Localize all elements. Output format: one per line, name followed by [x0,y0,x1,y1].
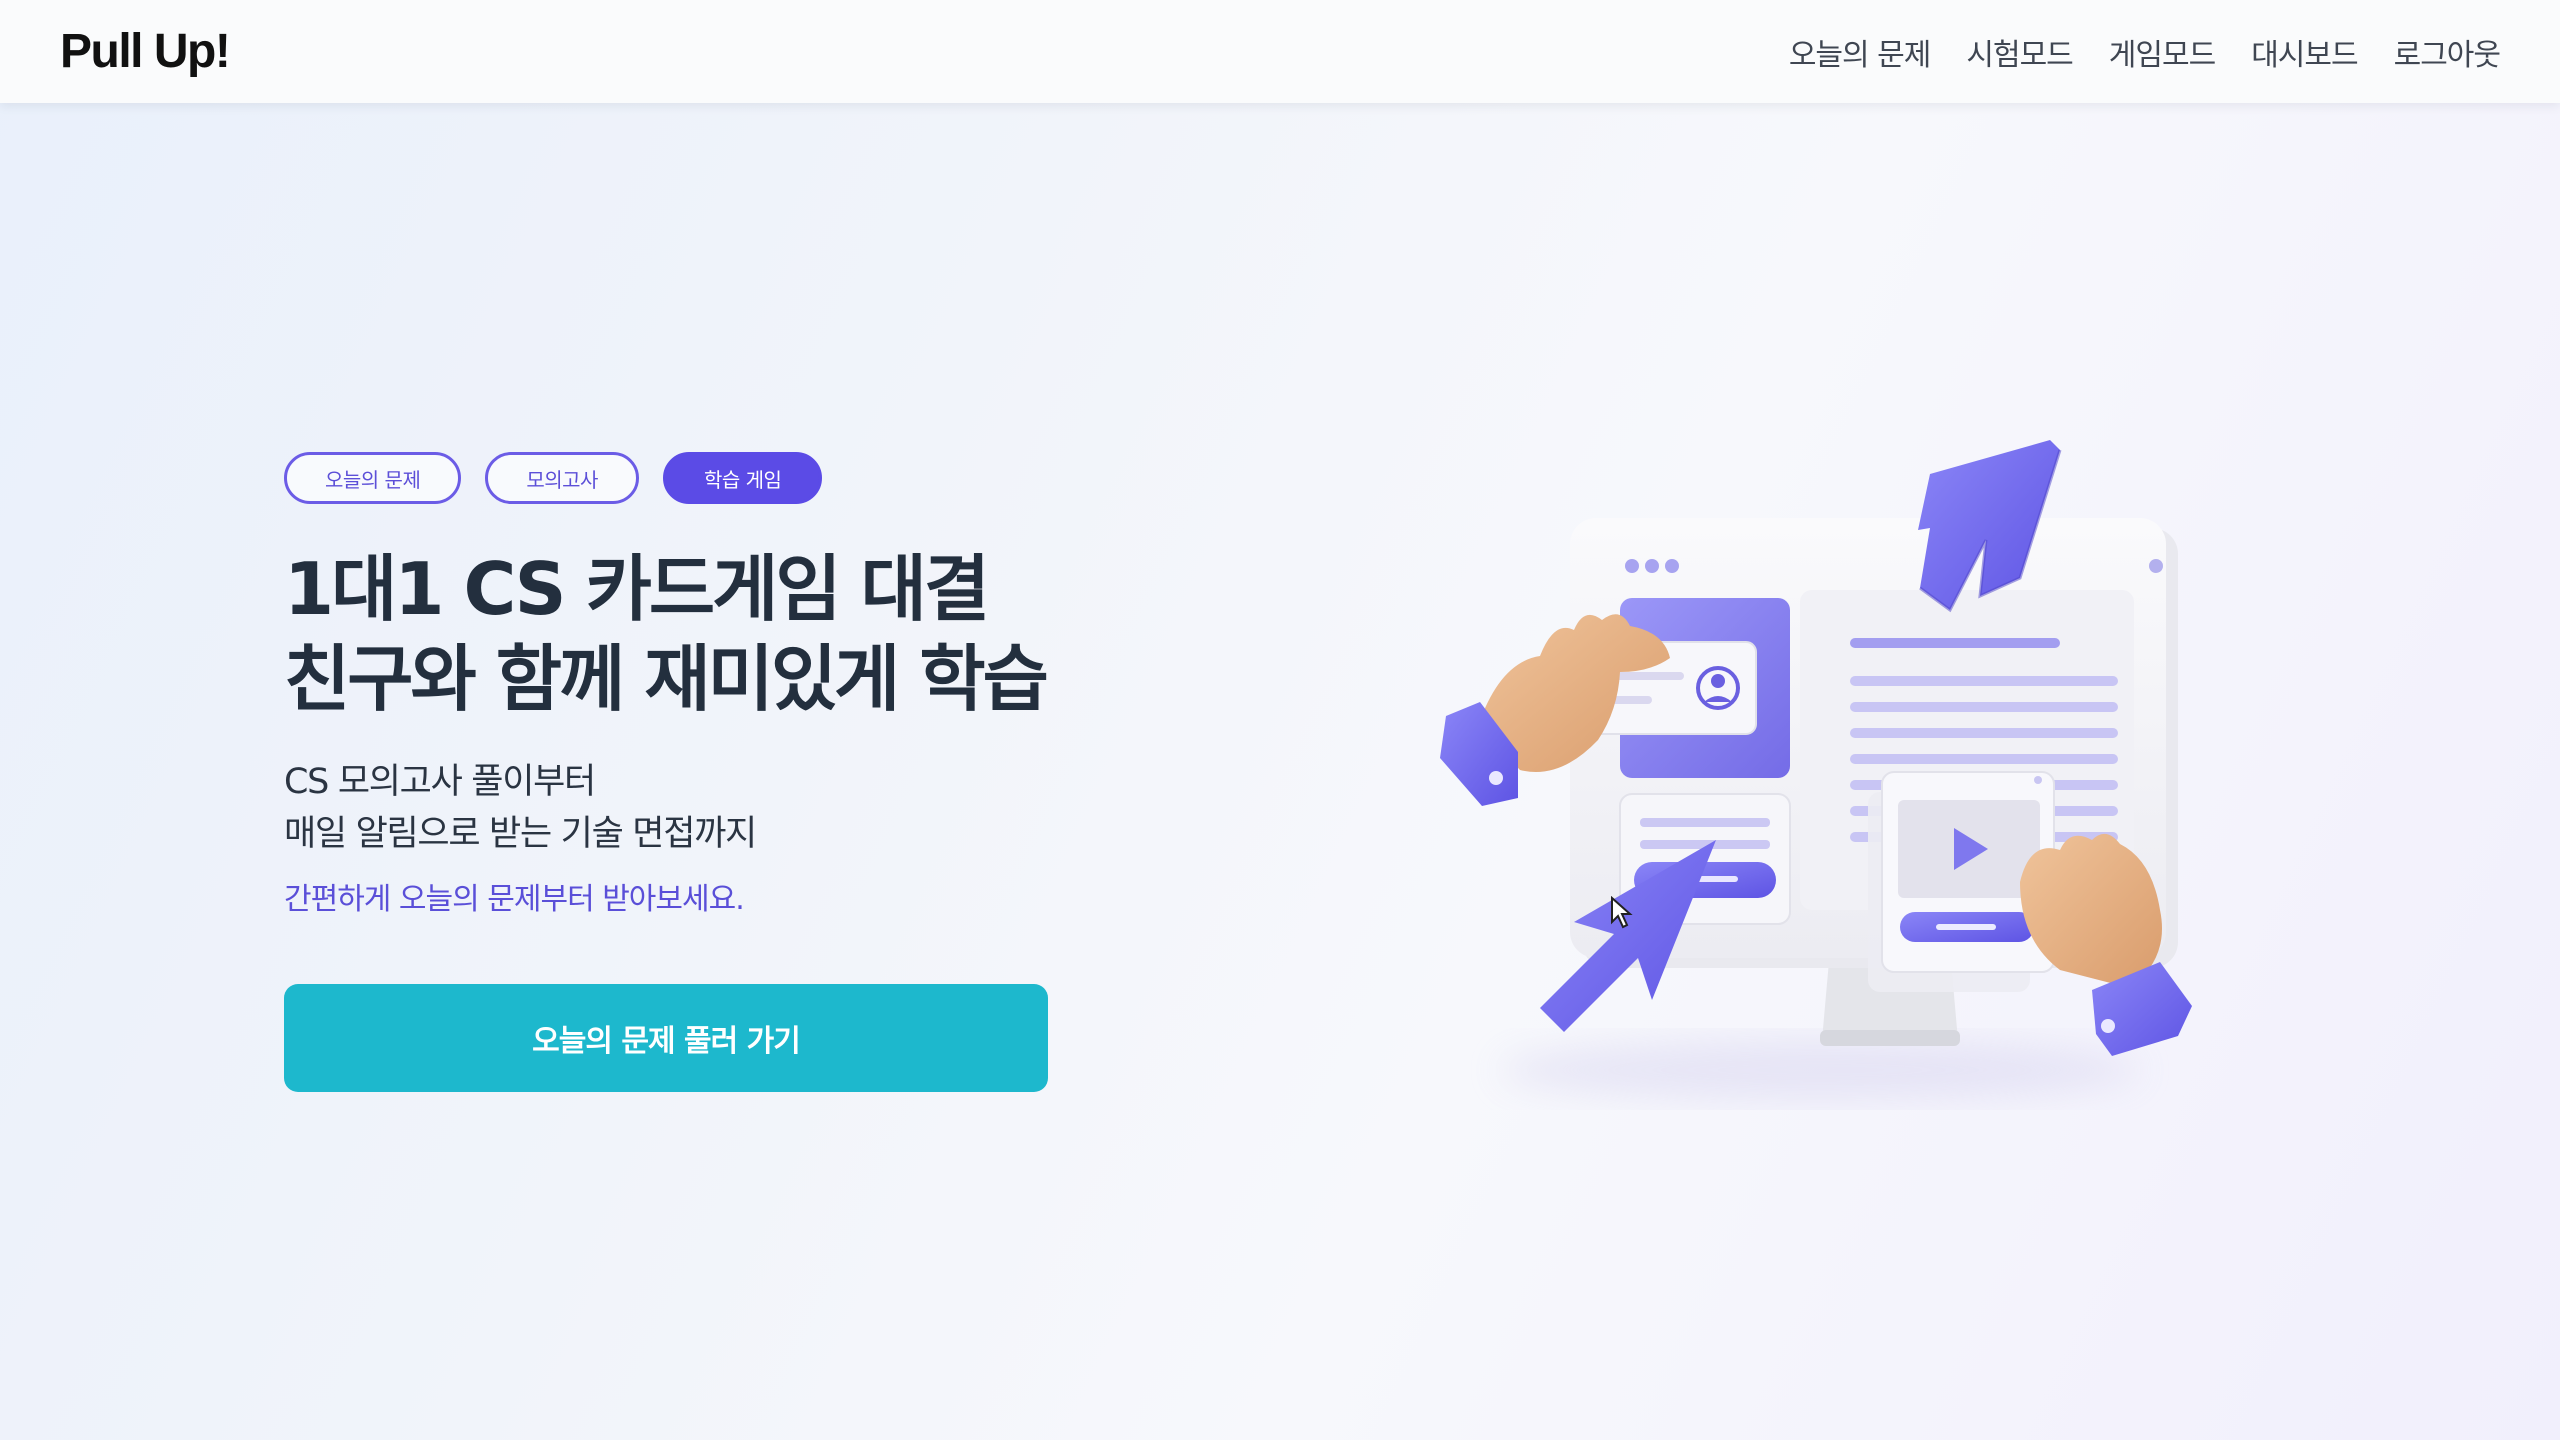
nav-today-problem[interactable]: 오늘의 문제 [1789,30,1932,74]
nav-game-mode[interactable]: 게임모드 [2109,30,2216,74]
nav-exam-mode[interactable]: 시험모드 [1966,30,2073,74]
hero-subtitle-line1: CS 모의고사 풀이부터 [284,762,596,802]
nav-dashboard[interactable]: 대시보드 [2251,30,2358,74]
nav-logout[interactable]: 로그아웃 [2394,30,2501,74]
logo[interactable]: Pull Up! [60,24,231,79]
cta-button[interactable]: 오늘의 문제 풀러 가기 [284,984,1048,1092]
hero-section: 오늘의 문제 모의고사 학습 게임 1대1 CS 카드게임 대결 친구와 함께 … [284,452,1084,1092]
pill-mock-exam[interactable]: 모의고사 [485,452,639,504]
pill-learning-game[interactable]: 학습 게임 [662,452,823,504]
feature-pills: 오늘의 문제 모의고사 학습 게임 [284,452,1084,504]
hero-title-line2: 친구와 함께 재미있게 학습 [284,637,1049,721]
hero-title-line1: 1대1 CS 카드게임 대결 [284,547,990,631]
hero-subtitle-line2: 매일 알림으로 받는 기술 면접까지 [284,814,757,854]
mouse-pointer-icon [1611,896,1633,929]
hero-subtitle: CS 모의고사 풀이부터 매일 알림으로 받는 기술 면접까지 [284,756,1084,860]
monitor-illustration [1440,440,2192,1100]
hero-title: 1대1 CS 카드게임 대결 친구와 함께 재미있게 학습 [284,544,1084,724]
hero-illustration [1370,410,2270,1110]
top-nav-bar: Pull Up! 오늘의 문제 시험모드 게임모드 대시보드 로그아웃 [0,0,2560,103]
pill-today-problem[interactable]: 오늘의 문제 [284,452,462,504]
main-nav: 오늘의 문제 시험모드 게임모드 대시보드 로그아웃 [1789,30,2501,74]
hero-hint: 간편하게 오늘의 문제부터 받아보세요. [284,882,745,917]
